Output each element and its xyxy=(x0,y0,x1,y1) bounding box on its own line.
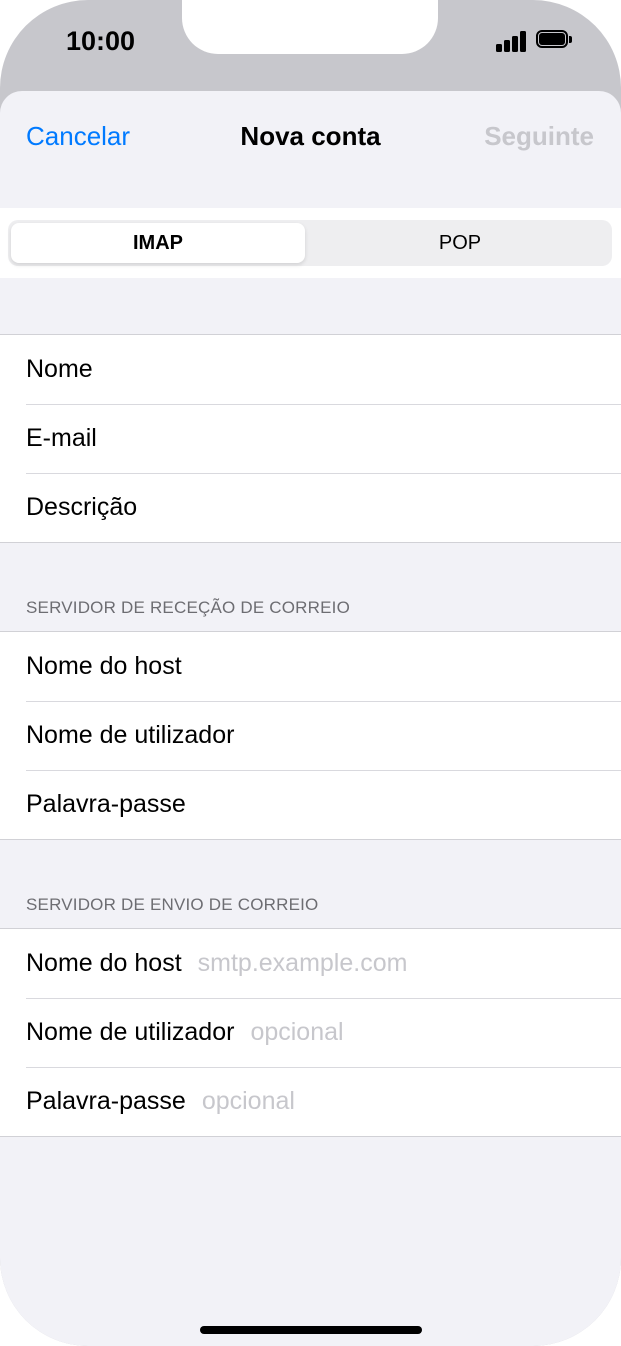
nav-bar: Cancelar Nova conta Seguinte xyxy=(0,91,621,208)
battery-icon xyxy=(536,30,574,50)
email-field[interactable]: E-mail xyxy=(0,404,621,473)
protocol-segment-container: IMAP POP xyxy=(0,208,621,278)
field-label: E-mail xyxy=(26,424,97,452)
incoming-host-field[interactable]: Nome do host xyxy=(0,632,621,701)
cellular-signal-icon xyxy=(496,30,528,52)
field-label: Palavra-passe xyxy=(26,1087,186,1115)
name-field[interactable]: Nome xyxy=(0,335,621,404)
outgoing-server-header: SERVIDOR DE ENVIO DE CORREIO xyxy=(26,895,319,914)
notch xyxy=(182,0,438,54)
segment-imap[interactable]: IMAP xyxy=(11,223,305,263)
field-label: Nome xyxy=(26,355,93,383)
segment-pop[interactable]: POP xyxy=(313,223,607,263)
outgoing-password-field[interactable]: Palavra-passe opcional xyxy=(0,1067,621,1136)
incoming-server-header: SERVIDOR DE RECEÇÃO DE CORREIO xyxy=(26,598,351,617)
field-label: Nome do host xyxy=(26,949,182,977)
field-placeholder: opcional xyxy=(201,1087,295,1115)
field-label: Palavra-passe xyxy=(26,790,186,818)
field-placeholder: smtp.example.com xyxy=(197,949,408,977)
status-time: 10:00 xyxy=(66,26,136,56)
field-label: Nome de utilizador xyxy=(26,721,235,749)
protocol-segmented-control: IMAP POP xyxy=(8,220,612,266)
home-indicator[interactable] xyxy=(200,1326,422,1334)
new-account-sheet: Cancelar Nova conta Seguinte IMAP POP No… xyxy=(0,91,621,1346)
description-field[interactable]: Descrição xyxy=(0,473,621,542)
outgoing-host-field[interactable]: Nome do host smtp.example.com xyxy=(0,929,621,998)
field-placeholder: opcional xyxy=(250,1018,344,1046)
next-button[interactable]: Seguinte xyxy=(484,121,594,152)
incoming-server-group: Nome do host Nome de utilizador Palavra-… xyxy=(0,631,621,840)
field-label: Nome de utilizador xyxy=(26,1018,235,1046)
phone-frame: 10:00 Cancelar Nova conta Seguinte IMAP … xyxy=(0,0,621,1346)
field-label: Nome do host xyxy=(26,652,182,680)
field-label: Descrição xyxy=(26,493,138,521)
incoming-password-field[interactable]: Palavra-passe xyxy=(0,770,621,839)
outgoing-username-field[interactable]: Nome de utilizador opcional xyxy=(0,998,621,1067)
outgoing-server-group: Nome do host smtp.example.com Nome de ut… xyxy=(0,928,621,1137)
incoming-username-field[interactable]: Nome de utilizador xyxy=(0,701,621,770)
account-info-group: Nome E-mail Descrição xyxy=(0,334,621,543)
